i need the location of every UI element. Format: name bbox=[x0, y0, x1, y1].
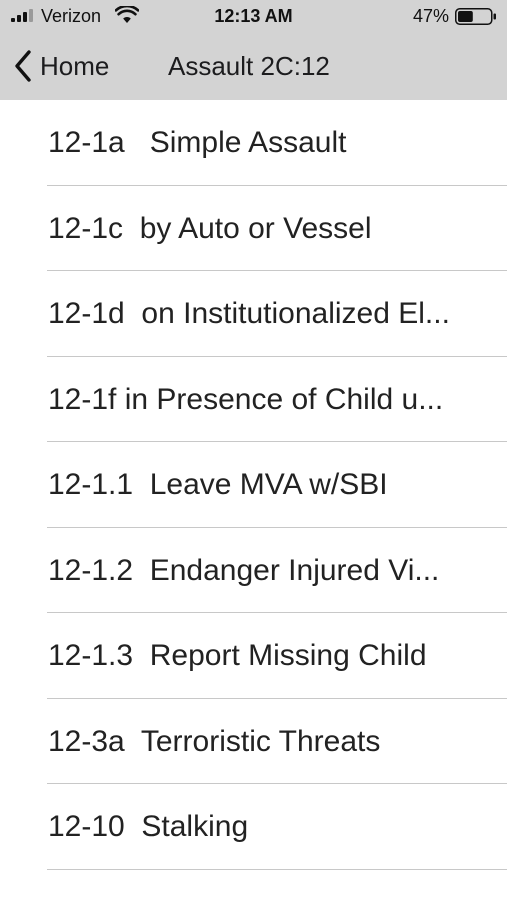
list-item[interactable]: 12-1.3 Report Missing Child bbox=[0, 613, 507, 699]
list-item-label: 12-1.2 Endanger Injured Vi... bbox=[48, 553, 440, 587]
list-item-label: 12-1d on Institutionalized El... bbox=[48, 297, 450, 330]
list-item[interactable]: 12-1.1 Leave MVA w/SBI bbox=[0, 442, 507, 528]
list-item[interactable]: 12-3a Terroristic Threats bbox=[0, 699, 507, 785]
chevron-left-icon bbox=[15, 50, 31, 82]
battery-icon bbox=[455, 8, 496, 25]
back-button-label: Home bbox=[40, 50, 110, 81]
list-item-label: 12-1c by Auto or Vessel bbox=[48, 211, 372, 245]
statute-list: 12-1a Simple Assault 12-1c by Auto or Ve… bbox=[0, 100, 507, 870]
navigation-bar: Home Assault 2C:12 bbox=[0, 32, 507, 100]
battery-percentage: 47% bbox=[412, 6, 449, 26]
list-item[interactable]: 12-10 Stalking bbox=[0, 784, 507, 870]
back-button[interactable]: Home bbox=[12, 46, 109, 86]
page-title: Assault 2C:12 bbox=[168, 51, 330, 81]
list-item-label: 12-1.1 Leave MVA w/SBI bbox=[48, 468, 388, 501]
list-item[interactable]: 12-1d on Institutionalized El... bbox=[0, 271, 507, 357]
list-item[interactable]: 12-1c by Auto or Vessel bbox=[0, 186, 507, 272]
list-item-label: 12-1.3 Report Missing Child bbox=[48, 639, 427, 672]
list-item[interactable]: 12-1f in Presence of Child u... bbox=[0, 357, 507, 443]
list-item[interactable]: 12-1a Simple Assault bbox=[0, 100, 507, 186]
list-item-label: 12-1a Simple Assault bbox=[48, 126, 347, 159]
list-item[interactable]: 12-1.2 Endanger Injured Vi... bbox=[0, 528, 507, 614]
list-item-label: 12-3a Terroristic Threats bbox=[48, 724, 381, 758]
list-item-label: 12-1f in Presence of Child u... bbox=[48, 382, 444, 416]
header: Verizon 12:13 AM 47% Home Assault 2C:12 bbox=[0, 0, 507, 100]
status-bar: Verizon 12:13 AM 47% bbox=[0, 0, 507, 32]
list-item-label: 12-10 Stalking bbox=[48, 810, 249, 843]
